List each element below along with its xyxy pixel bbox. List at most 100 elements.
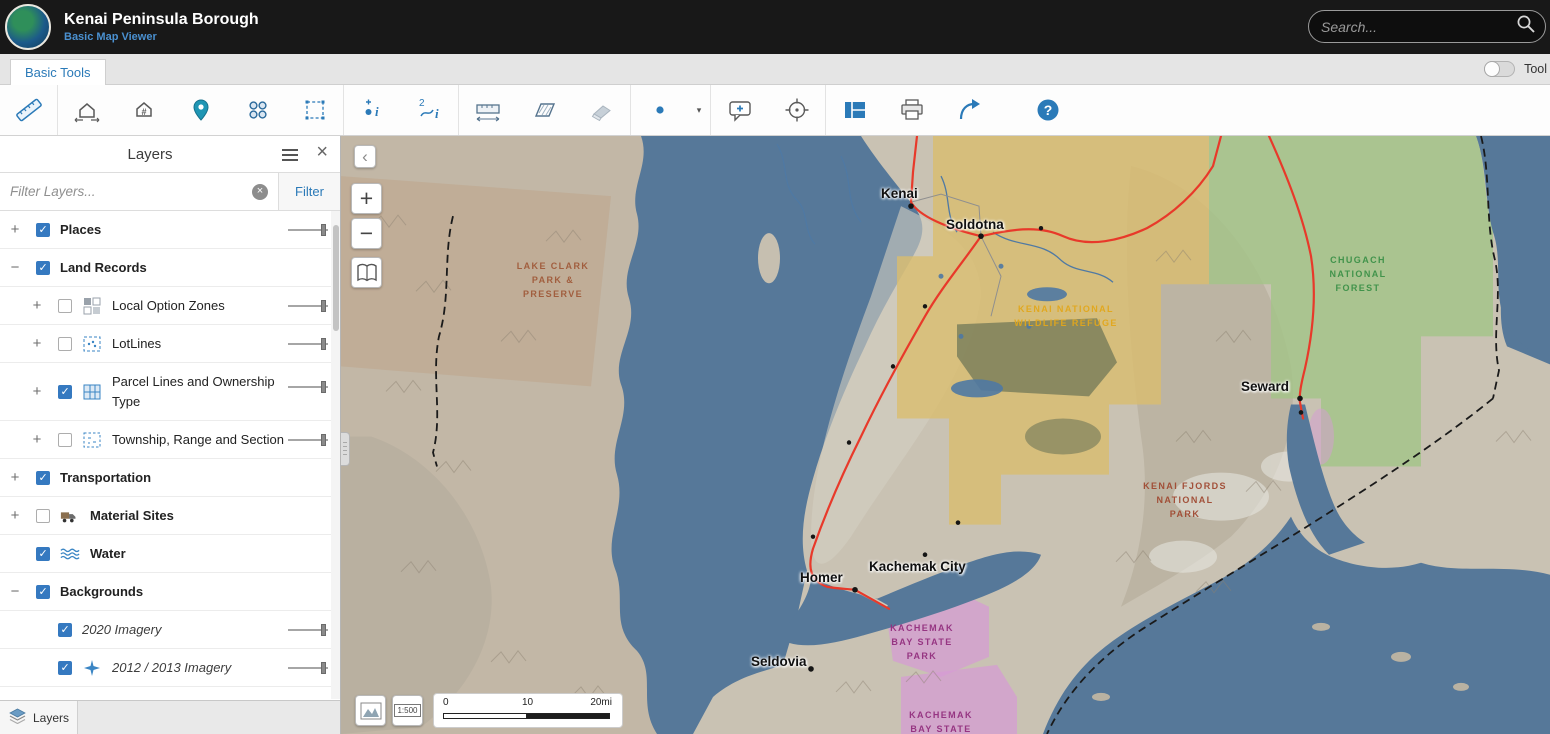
layers-footer-tab[interactable]: Layers bbox=[0, 701, 78, 734]
slider-thumb[interactable] bbox=[321, 624, 326, 636]
borough-logo bbox=[5, 4, 51, 50]
collapse-panel-button[interactable]: ‹ bbox=[354, 145, 376, 168]
layer-checkbox[interactable] bbox=[58, 299, 72, 313]
opacity-slider[interactable] bbox=[288, 224, 328, 236]
measure-area-icon[interactable] bbox=[516, 85, 573, 135]
expand-icon[interactable]: + bbox=[8, 507, 22, 524]
overview-map-button[interactable] bbox=[355, 695, 386, 726]
layer-checkbox[interactable] bbox=[36, 471, 50, 485]
select-rectangle-icon[interactable] bbox=[286, 85, 343, 135]
layer-checkbox[interactable] bbox=[36, 547, 50, 561]
opacity-slider[interactable] bbox=[288, 338, 328, 350]
svg-text:i: i bbox=[375, 104, 379, 119]
toggle-knob[interactable] bbox=[1484, 61, 1500, 77]
layer-checkbox[interactable] bbox=[36, 509, 50, 523]
expand-icon[interactable]: + bbox=[30, 383, 44, 400]
layer-row-water: Water bbox=[0, 535, 340, 573]
layer-checkbox[interactable] bbox=[58, 337, 72, 351]
location-pin-icon[interactable] bbox=[172, 85, 229, 135]
search-input[interactable] bbox=[1313, 19, 1515, 35]
city-label-homer: Homer bbox=[800, 570, 843, 585]
expand-icon[interactable]: + bbox=[8, 469, 22, 486]
collapse-icon[interactable]: − bbox=[8, 583, 22, 600]
overview-map-icon bbox=[359, 699, 383, 723]
point-style-icon[interactable] bbox=[631, 85, 688, 135]
house-number-icon[interactable]: # bbox=[115, 85, 172, 135]
material-sites-icon bbox=[60, 506, 80, 526]
find-coordinates-icon[interactable] bbox=[768, 85, 825, 135]
slider-thumb[interactable] bbox=[321, 381, 326, 393]
layer-row-local-option-zones: + Local Option Zones bbox=[0, 287, 340, 325]
local-option-zones-icon bbox=[82, 296, 102, 316]
export-drawing-icon[interactable] bbox=[940, 85, 997, 135]
area-label-kenai-fjords: KENAI FJORDS NATIONAL PARK bbox=[1143, 480, 1227, 522]
layer-checkbox[interactable] bbox=[36, 261, 50, 275]
measure-distance-icon[interactable] bbox=[459, 85, 516, 135]
layer-row-parcel-lines: + Parcel Lines and Ownership Type bbox=[0, 363, 340, 421]
slider-thumb[interactable] bbox=[321, 662, 326, 674]
city-label-kenai: Kenai bbox=[881, 186, 918, 201]
bookmarks-button[interactable] bbox=[351, 257, 382, 288]
opacity-slider[interactable] bbox=[288, 662, 328, 674]
point-style-dropdown-icon[interactable]: ▾ bbox=[688, 85, 710, 135]
slider-thumb[interactable] bbox=[321, 300, 326, 312]
measure-ruler-icon[interactable] bbox=[0, 85, 57, 135]
scale-ratio-button[interactable]: 1:500 bbox=[392, 695, 423, 726]
layer-label: Material Sites bbox=[90, 508, 174, 523]
slider-thumb[interactable] bbox=[321, 338, 326, 350]
filter-layers-input[interactable] bbox=[0, 173, 278, 210]
layer-checkbox[interactable] bbox=[58, 433, 72, 447]
layers-footer-label: Layers bbox=[33, 711, 69, 725]
layer-row-material-sites: + Material Sites bbox=[0, 497, 340, 535]
layer-checkbox[interactable] bbox=[58, 623, 72, 637]
layer-row-2020-imagery: 2020 Imagery bbox=[0, 611, 340, 649]
eraser-icon[interactable] bbox=[573, 85, 630, 135]
layer-tree: + Places − Land Records + Local Option Z… bbox=[0, 211, 340, 687]
print-icon[interactable] bbox=[883, 85, 940, 135]
add-callout-icon[interactable] bbox=[711, 85, 768, 135]
panel-menu-icon[interactable] bbox=[282, 149, 298, 161]
layer-checkbox[interactable] bbox=[36, 585, 50, 599]
layer-row-transportation: + Transportation bbox=[0, 459, 340, 497]
move-house-icon[interactable] bbox=[58, 85, 115, 135]
search-box bbox=[1308, 10, 1546, 43]
zoom-in-button[interactable]: + bbox=[351, 183, 382, 214]
tab-bar: Basic Tools Tool bbox=[0, 54, 1550, 85]
opacity-slider[interactable] bbox=[288, 300, 328, 312]
expand-icon[interactable]: + bbox=[8, 221, 22, 238]
layer-checkbox[interactable] bbox=[36, 223, 50, 237]
panel-edge-handle[interactable] bbox=[341, 432, 350, 466]
opacity-slider[interactable] bbox=[288, 434, 328, 446]
zoom-out-button[interactable]: − bbox=[351, 218, 382, 249]
expand-icon[interactable]: + bbox=[30, 297, 44, 314]
identify-point-icon[interactable]: i bbox=[344, 85, 401, 135]
identify-line-icon[interactable]: 2i bbox=[401, 85, 458, 135]
scale-mid: 10 bbox=[522, 697, 533, 708]
layer-checkbox[interactable] bbox=[58, 385, 72, 399]
layer-row-2012-2013-imagery: 2012 / 2013 Imagery bbox=[0, 649, 340, 687]
cluster-points-icon[interactable] bbox=[229, 85, 286, 135]
water-icon bbox=[60, 544, 80, 564]
panel-layout-icon[interactable] bbox=[826, 85, 883, 135]
expand-icon[interactable]: + bbox=[30, 431, 44, 448]
city-label-kachemak-city: Kachemak City bbox=[869, 559, 966, 574]
panel-scrollbar[interactable] bbox=[331, 211, 340, 699]
opacity-slider[interactable] bbox=[288, 381, 328, 393]
filter-button[interactable]: Filter bbox=[278, 173, 340, 210]
layer-row-backgrounds: − Backgrounds bbox=[0, 573, 340, 611]
search-icon[interactable] bbox=[1515, 13, 1537, 40]
slider-thumb[interactable] bbox=[321, 434, 326, 446]
toolbar-toggle[interactable] bbox=[1484, 61, 1515, 77]
tab-basic-tools[interactable]: Basic Tools bbox=[10, 59, 106, 85]
slider-thumb[interactable] bbox=[321, 224, 326, 236]
layer-checkbox[interactable] bbox=[58, 661, 72, 675]
clear-filter-icon[interactable]: × bbox=[252, 184, 268, 200]
collapse-icon[interactable]: − bbox=[8, 259, 22, 276]
township-range-section-icon bbox=[82, 430, 102, 450]
panel-close-icon[interactable]: × bbox=[316, 141, 328, 164]
map-canvas[interactable]: Kenai Soldotna Seward Homer Kachemak Cit… bbox=[341, 136, 1550, 734]
scrollbar-thumb[interactable] bbox=[333, 225, 339, 331]
opacity-slider[interactable] bbox=[288, 624, 328, 636]
help-icon[interactable]: ? bbox=[1019, 85, 1076, 135]
expand-icon[interactable]: + bbox=[30, 335, 44, 352]
